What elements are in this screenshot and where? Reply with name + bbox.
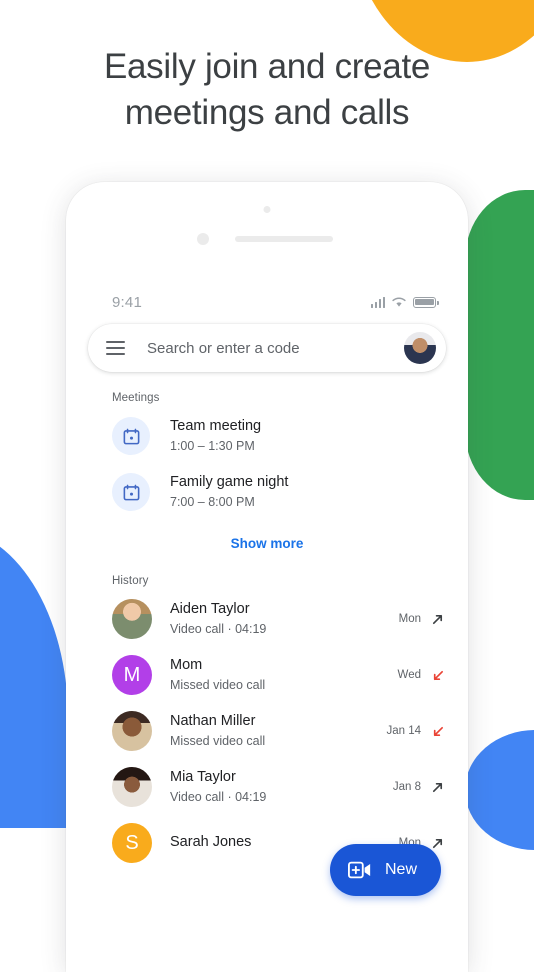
history-meta: Jan 14 bbox=[386, 725, 444, 738]
page-title: Easily join and create meetings and call… bbox=[0, 44, 534, 136]
history-text: Nathan Miller Missed video call bbox=[170, 712, 386, 750]
history-section-label: History bbox=[112, 575, 149, 587]
meeting-row[interactable]: Family game night 7:00 – 8:00 PM bbox=[66, 464, 468, 520]
battery-icon bbox=[413, 296, 439, 308]
blue-blob-right-shape bbox=[465, 730, 534, 850]
contact-name: Mom bbox=[170, 657, 203, 673]
contact-name: Nathan Miller bbox=[170, 713, 256, 729]
history-row[interactable]: Nathan Miller Missed video call Jan 14 bbox=[66, 703, 468, 759]
blue-blob-left-shape bbox=[0, 528, 68, 828]
calendar-icon bbox=[112, 417, 150, 455]
contact-avatar bbox=[112, 711, 152, 751]
contact-avatar bbox=[112, 767, 152, 807]
meeting-row[interactable]: Team meeting 1:00 – 1:30 PM bbox=[66, 408, 468, 464]
history-row[interactable]: Mia Taylor Video call · 04:19 Jan 8 bbox=[66, 759, 468, 815]
history-meta: Mon bbox=[399, 613, 444, 626]
status-icons bbox=[370, 296, 439, 308]
phone-mockup: 9:41 Search or enter a code Meetings Tea… bbox=[66, 182, 468, 972]
history-text: Mia Taylor Video call · 04:19 bbox=[170, 768, 393, 806]
account-avatar[interactable] bbox=[404, 332, 436, 364]
meetings-section-label: Meetings bbox=[112, 392, 160, 404]
history-meta: Jan 8 bbox=[393, 781, 444, 794]
contact-name: Mia Taylor bbox=[170, 769, 236, 785]
history-list: Aiden Taylor Video call · 04:19 Mon M Mom Mis… bbox=[66, 591, 468, 871]
meeting-title: Family game night bbox=[170, 474, 289, 490]
contact-avatar: M bbox=[112, 655, 152, 695]
meeting-time: 7:00 – 8:00 PM bbox=[170, 495, 255, 509]
contact-avatar bbox=[112, 599, 152, 639]
history-text: Aiden Taylor Video call · 04:19 bbox=[170, 600, 399, 638]
search-input[interactable]: Search or enter a code bbox=[147, 340, 404, 357]
earpiece-speaker bbox=[235, 236, 333, 242]
contact-avatar: S bbox=[112, 823, 152, 863]
status-bar: 9:41 bbox=[66, 250, 468, 311]
call-date: Jan 14 bbox=[386, 725, 421, 737]
calendar-icon bbox=[112, 473, 150, 511]
outgoing-call-arrow-icon bbox=[432, 838, 443, 848]
call-detail: Video call · 04:19 bbox=[170, 790, 267, 804]
new-video-call-icon bbox=[348, 861, 371, 879]
headline-line-2: meetings and calls bbox=[124, 93, 410, 132]
meeting-time: 1:00 – 1:30 PM bbox=[170, 439, 255, 453]
status-time: 9:41 bbox=[112, 293, 142, 311]
call-detail: Missed video call bbox=[170, 678, 266, 692]
outgoing-call-arrow-icon bbox=[432, 782, 443, 792]
history-meta: Wed bbox=[398, 669, 444, 682]
new-call-label: New bbox=[385, 861, 418, 878]
show-more-button[interactable]: Show more bbox=[66, 520, 468, 555]
history-row[interactable]: Aiden Taylor Video call · 04:19 Mon bbox=[66, 591, 468, 647]
front-camera-icon bbox=[197, 233, 209, 245]
meeting-title: Team meeting bbox=[170, 418, 262, 434]
history-row[interactable]: M Mom Missed video call Wed bbox=[66, 647, 468, 703]
call-detail: Missed video call bbox=[170, 734, 266, 748]
wifi-icon bbox=[392, 296, 406, 307]
contact-name: Aiden Taylor bbox=[170, 601, 250, 617]
outgoing-call-arrow-icon bbox=[432, 614, 443, 624]
headline-line-1: Easily join and create bbox=[103, 47, 431, 86]
phone-notch bbox=[66, 182, 468, 250]
call-date: Wed bbox=[397, 669, 421, 681]
signal-bars-icon bbox=[370, 296, 385, 308]
green-blob-shape bbox=[465, 190, 534, 500]
call-date: Jan 8 bbox=[392, 781, 421, 793]
meeting-text: Family game night 7:00 – 8:00 PM bbox=[170, 473, 288, 511]
call-detail: Video call · 04:19 bbox=[170, 622, 267, 636]
search-bar[interactable]: Search or enter a code bbox=[88, 324, 446, 372]
missed-call-arrow-icon bbox=[433, 726, 443, 736]
meeting-text: Team meeting 1:00 – 1:30 PM bbox=[170, 417, 261, 455]
hamburger-menu-icon[interactable] bbox=[106, 341, 125, 355]
call-date: Mon bbox=[398, 613, 421, 625]
history-text: Mom Missed video call bbox=[170, 656, 398, 694]
sensor-dot-icon bbox=[263, 206, 271, 213]
missed-call-arrow-icon bbox=[433, 670, 443, 680]
new-call-button[interactable]: New bbox=[330, 844, 442, 896]
